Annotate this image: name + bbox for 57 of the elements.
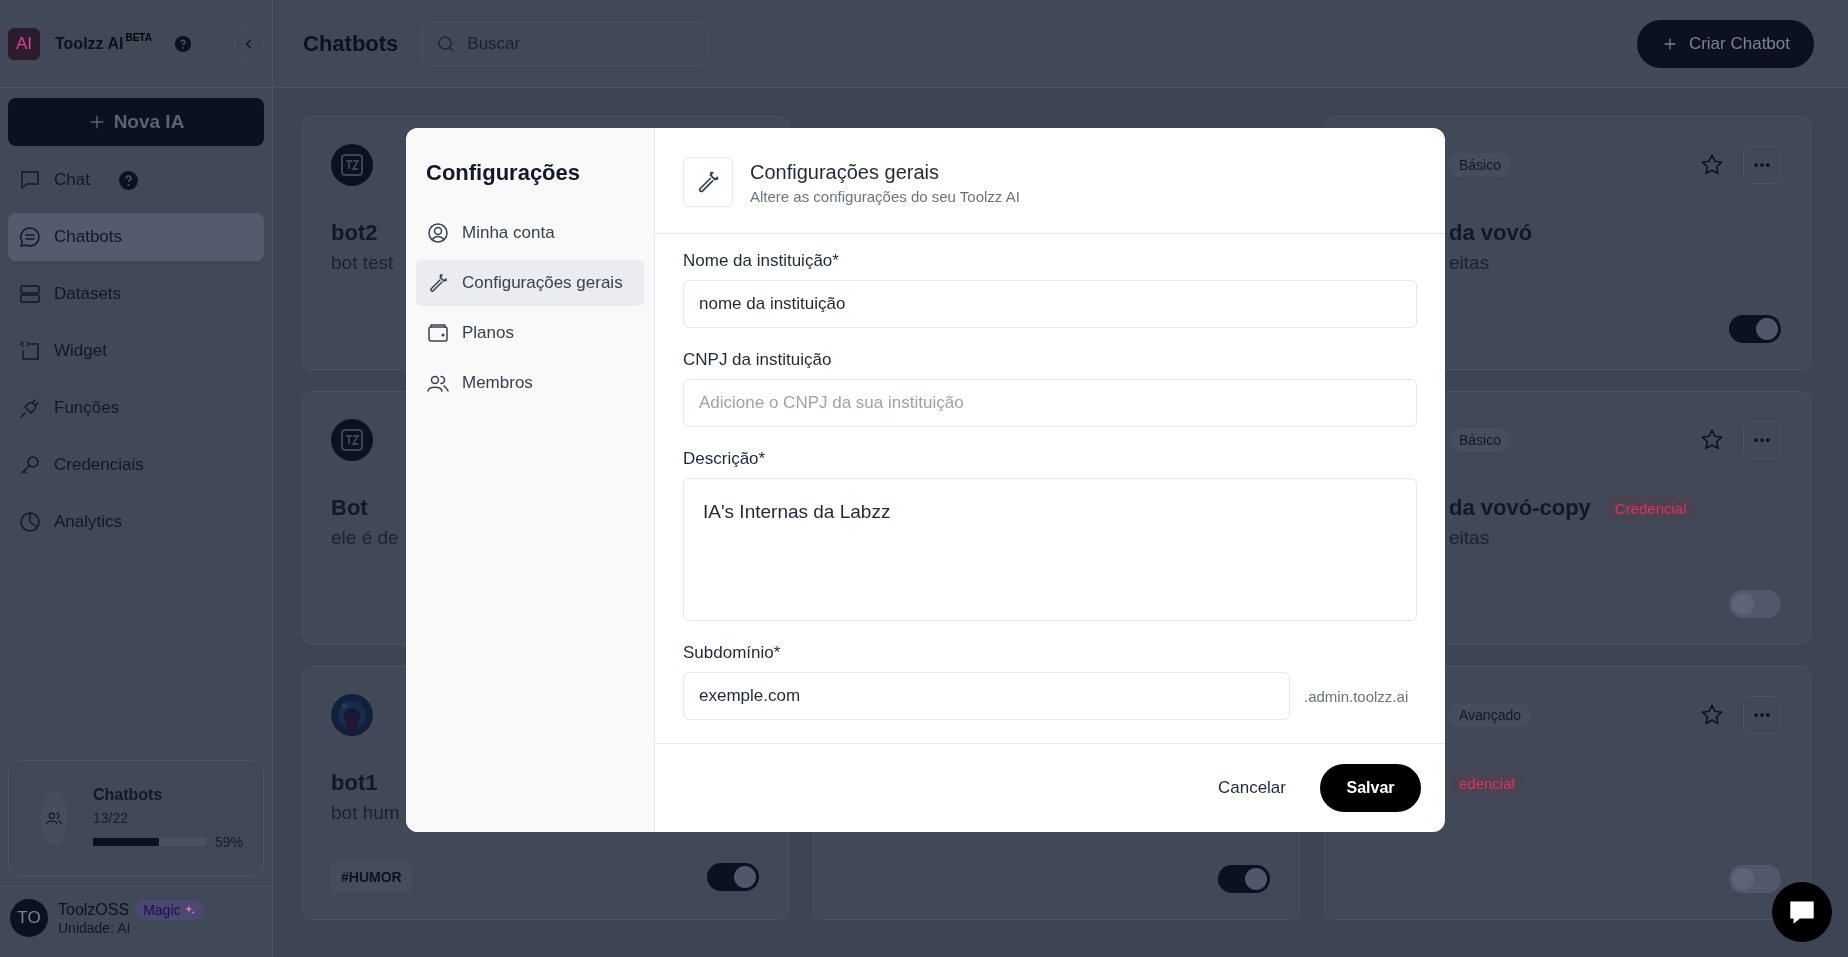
wallet-icon (426, 321, 450, 345)
key-icon (18, 453, 42, 477)
wrench-icon (683, 157, 733, 207)
chat-icon (18, 168, 42, 192)
code-window-icon (18, 339, 42, 363)
section-title: Configurações gerais (750, 161, 939, 184)
page-title: Chatbots (303, 30, 399, 57)
description-field[interactable]: IA's Internas da Labzz (683, 478, 1417, 621)
input-field[interactable]: exemple.com (683, 672, 1290, 720)
logo (331, 144, 373, 186)
settings-nav-item[interactable]: Membros (416, 360, 644, 406)
dots-icon (1754, 712, 1770, 718)
dots-icon (1754, 437, 1770, 443)
plug-icon (18, 396, 42, 420)
help-icon[interactable] (173, 34, 192, 53)
toggle-switch[interactable] (707, 863, 759, 891)
more-button[interactable] (1743, 146, 1781, 184)
sparkle-icon (183, 904, 196, 916)
logo: AI (8, 27, 40, 60)
field-label: Descrição* (683, 449, 766, 469)
save-button[interactable]: Salvar (1320, 764, 1421, 812)
help-icon[interactable] (117, 169, 139, 191)
more-button[interactable] (1743, 421, 1781, 459)
input-field[interactable]: nome da instituição (683, 280, 1417, 328)
credential-badge: Credencial (1604, 495, 1697, 521)
dialog-title: Configurações (426, 160, 582, 186)
cancel-button[interactable]: Cancelar (1203, 768, 1300, 808)
more-button[interactable] (1743, 696, 1781, 734)
field-label: CNPJ da instituição (683, 350, 832, 370)
hashtag: #HUMOR (331, 861, 412, 893)
pie-chart-icon (18, 510, 42, 534)
user-icon (426, 221, 450, 245)
plan-badge: Magic (135, 900, 204, 920)
field-label: Subdomínio* (683, 643, 781, 663)
beta-label: BETA (125, 32, 152, 43)
settings-nav-item[interactable]: Minha conta (416, 210, 644, 256)
new-ai-button[interactable]: Nova IA (8, 98, 264, 146)
collapse-button[interactable] (234, 28, 264, 59)
brand-name: Toolzz AI (55, 34, 124, 53)
section-subtitle: Altere as configurações do seu Toolzz AI (750, 188, 1020, 205)
dots-icon (1754, 162, 1770, 168)
toggle-switch[interactable] (1729, 590, 1781, 618)
user-avatar[interactable]: TO (10, 899, 48, 937)
toggle-switch[interactable] (1729, 315, 1781, 343)
settings-nav-item[interactable]: Planos (416, 310, 644, 356)
input-field[interactable]: Adicione o CNPJ da sua instituição (683, 379, 1417, 427)
toggle-switch[interactable] (1729, 865, 1781, 893)
field-label: Nome da instituição* (683, 251, 839, 271)
nav-item[interactable]: Chatbots (8, 213, 264, 261)
chat-bubble-icon (18, 225, 42, 249)
create-chatbot-button[interactable]: Criar Chatbot (1636, 19, 1814, 68)
logo (331, 419, 373, 461)
user-name: ToolzOSS (58, 901, 130, 919)
settings-nav-item[interactable]: Configurações gerais (416, 260, 644, 306)
toggle-switch[interactable] (1218, 865, 1270, 893)
credential-badge: edencial (1449, 770, 1525, 796)
server-icon (18, 282, 42, 306)
